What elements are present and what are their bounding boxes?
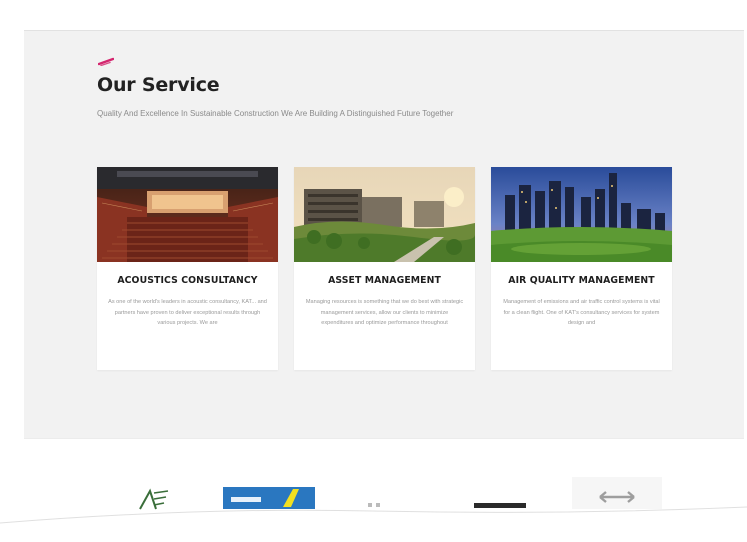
services-page: Our Service Quality And Excellence In Su…	[24, 0, 744, 531]
service-title: AIR QUALITY MANAGEMENT	[508, 275, 655, 286]
service-card-acoustics[interactable]: ACOUSTICS CONSULTANCY As one of the worl…	[97, 167, 278, 370]
green-buildings-image	[294, 167, 475, 262]
service-title: ACOUSTICS CONSULTANCY	[117, 275, 258, 286]
service-description: As one of the world's leaders in acousti…	[108, 299, 267, 326]
page-curl-edge	[0, 506, 747, 542]
service-card-asset-management[interactable]: ASSET MANAGEMENT Managing resources is s…	[294, 167, 475, 370]
concert-hall-image	[97, 167, 278, 262]
section-subtitle: Quality And Excellence In Sustainable Co…	[97, 109, 454, 118]
city-skyline-image	[491, 167, 672, 262]
service-description: Managing resources is something that we …	[305, 299, 464, 326]
service-card-air-quality[interactable]: AIR QUALITY MANAGEMENT Management of emi…	[491, 167, 672, 370]
service-title: ASSET MANAGEMENT	[328, 275, 441, 286]
screenshot-stage: Our Service Quality And Excellence In Su…	[0, 0, 747, 542]
accent-stroke-icon	[98, 57, 114, 66]
page-margin-left	[0, 0, 24, 542]
service-description: Management of emissions and air traffic …	[503, 299, 660, 326]
section-title: Our Service	[97, 74, 220, 96]
top-bar	[24, 0, 744, 31]
